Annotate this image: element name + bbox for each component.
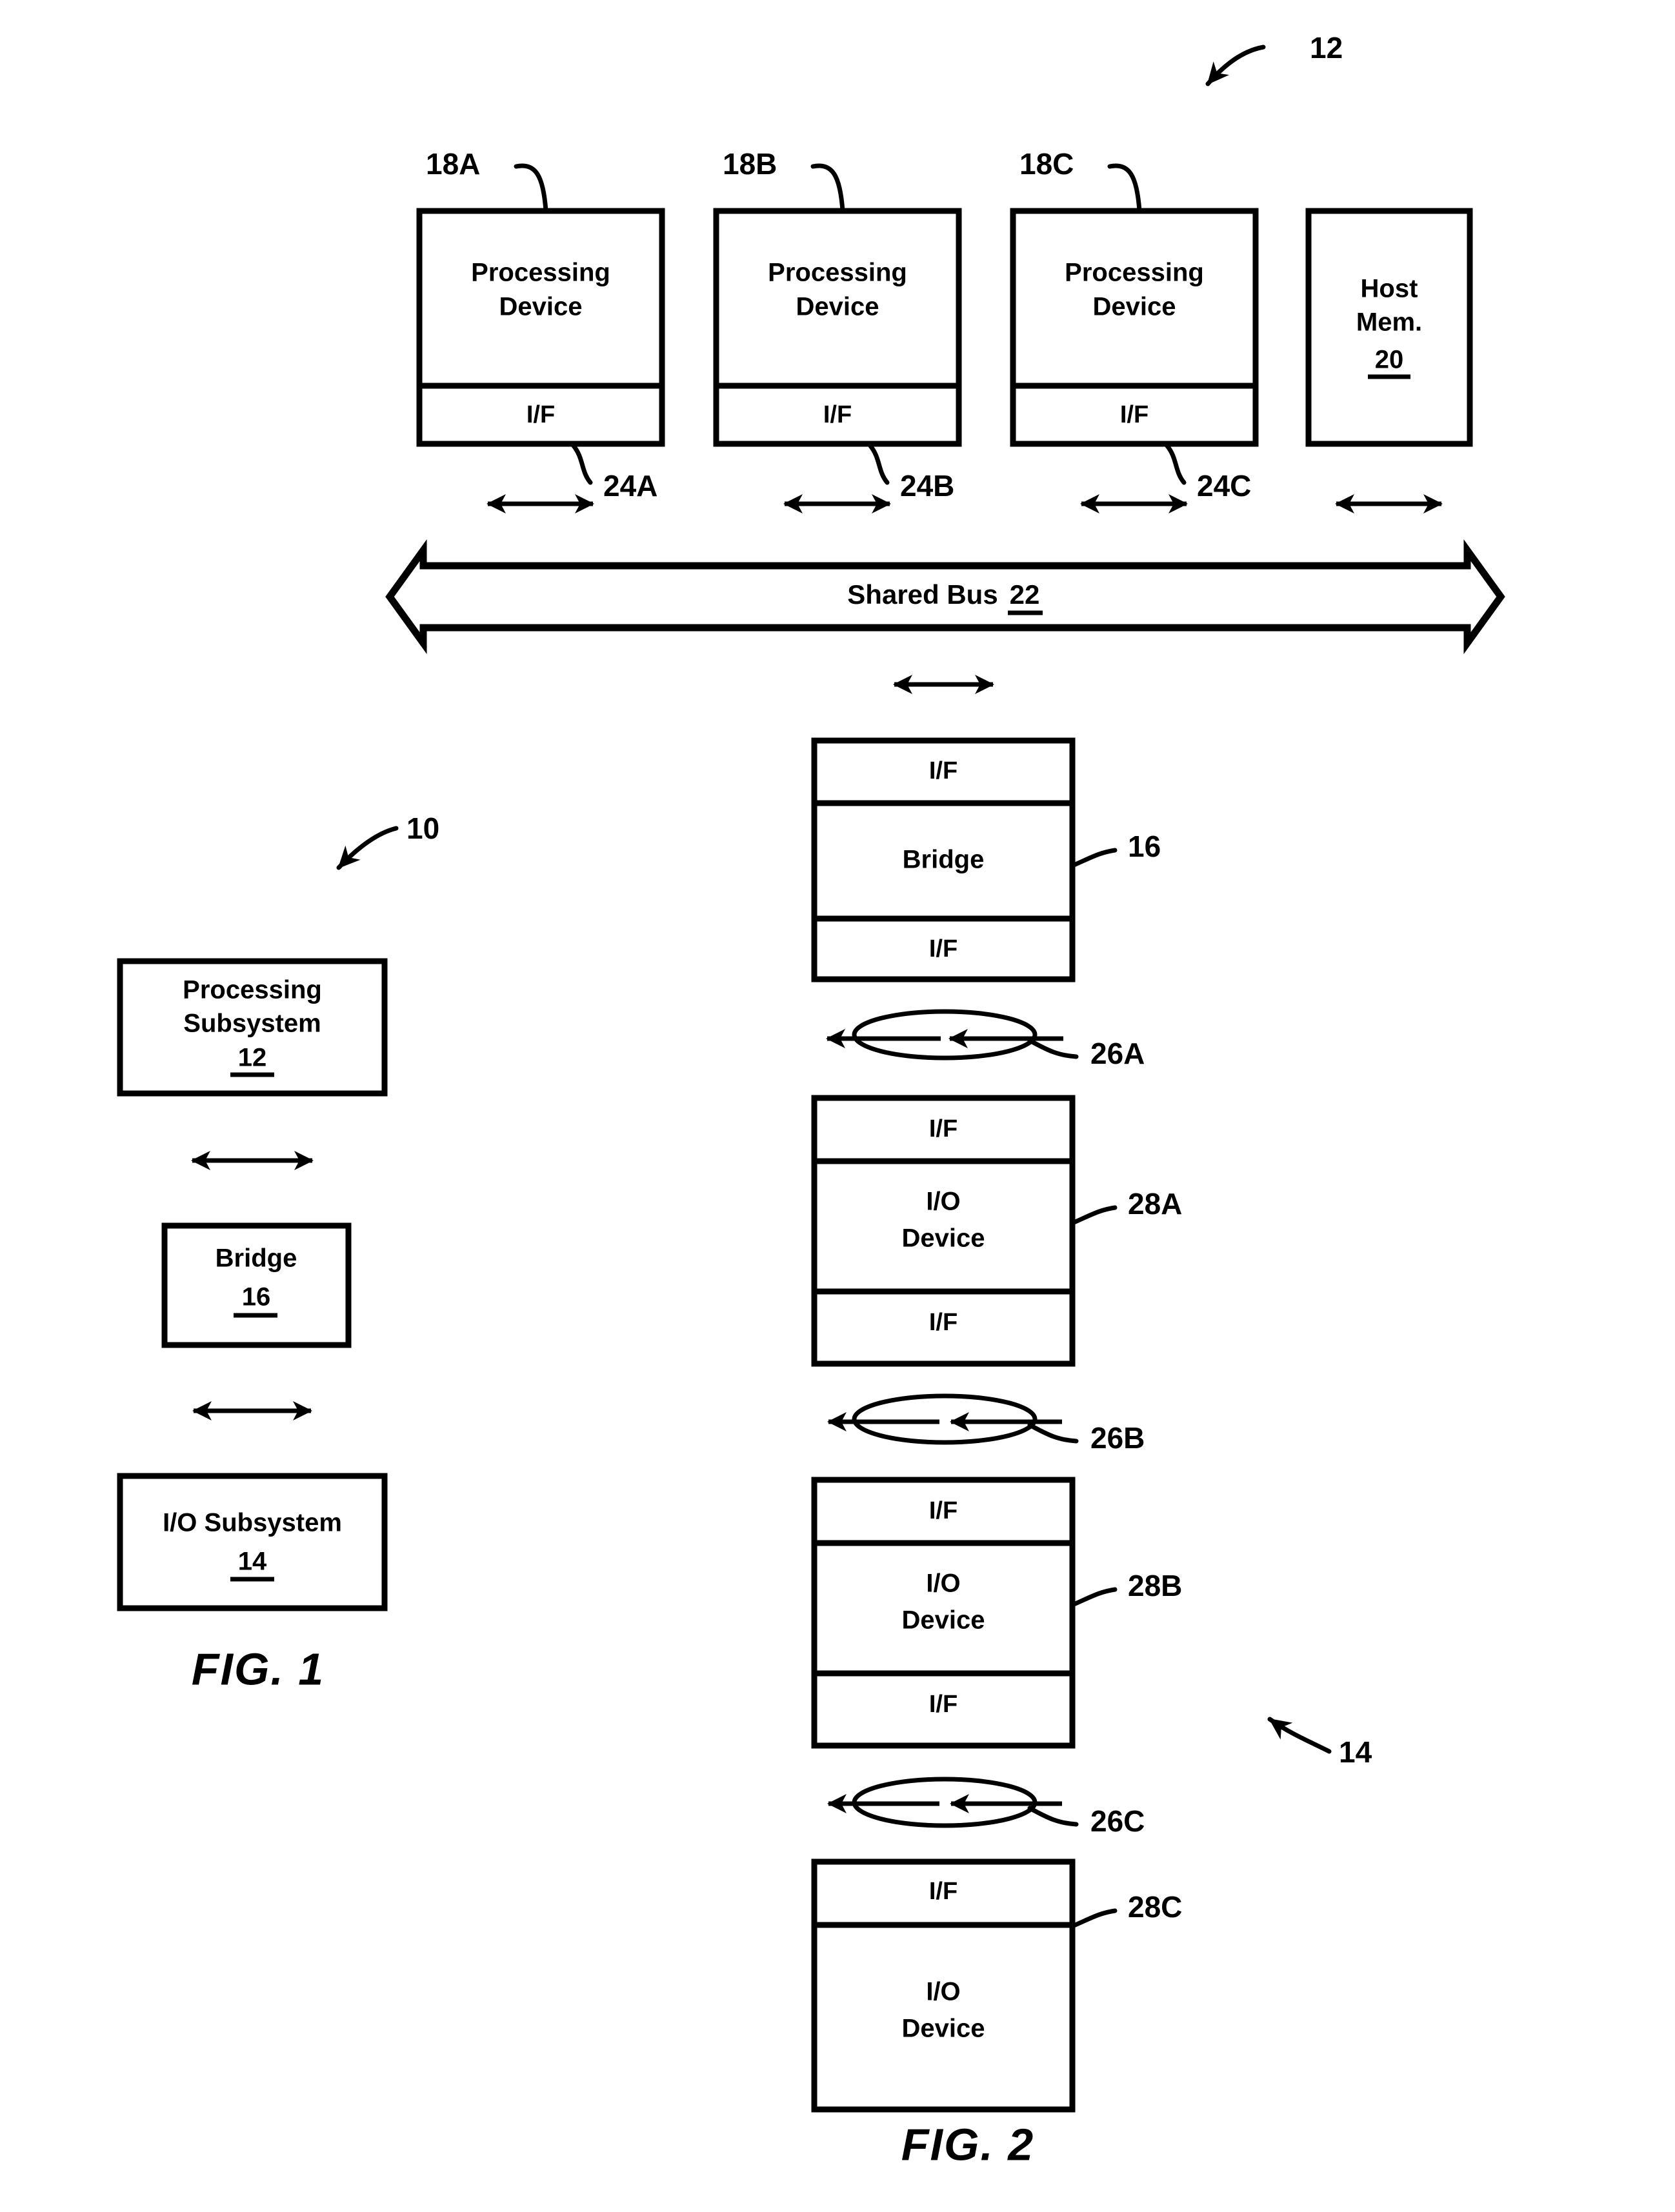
fig2-caption: FIG. 2 — [901, 2119, 1034, 2169]
shared-bus-label: Shared Bus — [847, 579, 998, 610]
ref-24C-label: 24C — [1197, 469, 1251, 503]
processing-device-18A-line1: Processing — [471, 259, 610, 287]
ref-24B-label: 24B — [900, 469, 954, 503]
io-device-28B-iface-top: I/F — [929, 1497, 958, 1524]
fig2-ref-14-leader — [1267, 1717, 1332, 1754]
processing-device-18B-line1: Processing — [768, 259, 907, 287]
fig2-ref-12-label: 12 — [1310, 31, 1343, 65]
processing-device-18A-iface: I/F — [527, 401, 555, 428]
io-device-28B[interactable]: I/F I/O Device I/F — [811, 1477, 1076, 1749]
link-26A — [826, 1009, 1079, 1061]
io-device-28C-iface-top: I/F — [929, 1878, 958, 1905]
host-memory-line2: Mem. — [1356, 308, 1422, 337]
fig1-processing-subsystem-block[interactable]: Processing Subsystem 12 — [117, 958, 388, 1097]
ref-18A-leader — [514, 163, 548, 214]
fig1-ref-10-leader — [336, 826, 399, 870]
io-device-28B-line1: I/O — [926, 1569, 960, 1598]
fig1-io-subsystem-block[interactable]: I/O Subsystem 14 — [117, 1473, 388, 1611]
fig1-processing-subsystem-ref: 12 — [238, 1044, 267, 1072]
fig2-ref-14-label: 14 — [1339, 1735, 1372, 1769]
io-device-28A[interactable]: I/F I/O Device I/F — [811, 1095, 1076, 1367]
ref-26C-label: 26C — [1090, 1804, 1145, 1838]
ref-28B-leader — [1070, 1587, 1118, 1608]
processing-device-18C[interactable]: Processing Device I/F — [1010, 208, 1259, 447]
patent-drawing-page: 12 Processing Device I/F 18A Processing … — [0, 0, 1675, 2212]
processing-device-18C-line2: Device — [1093, 293, 1176, 321]
io-device-28A-line1: I/O — [926, 1188, 960, 1216]
fig1-bridge-block[interactable]: Bridge 16 — [161, 1222, 352, 1348]
io-device-28A-iface-bottom: I/F — [929, 1309, 958, 1336]
ref-24A-leader — [570, 443, 593, 485]
processing-device-18A-line2: Device — [499, 293, 583, 321]
fig2-bridge-iface-top: I/F — [929, 757, 958, 784]
io-device-28B-iface-bottom: I/F — [929, 1691, 958, 1718]
fig1-ref-10-label: 10 — [406, 812, 439, 845]
io-device-28B-line2: Device — [902, 1606, 985, 1635]
io-device-28A-iface-top: I/F — [929, 1115, 958, 1142]
fig2-ref-16-label: 16 — [1128, 830, 1161, 863]
ref-18B-label: 18B — [723, 147, 777, 181]
link-26C — [827, 1777, 1079, 1828]
io-device-28C-line2: Device — [902, 2015, 985, 2043]
fig2-bridge-iface-bottom: I/F — [929, 935, 958, 962]
fig1-processing-subsystem-line1: Processing — [183, 976, 322, 1004]
ref-18C-label: 18C — [1019, 147, 1074, 181]
fig1-processing-subsystem-line2: Subsystem — [183, 1010, 321, 1038]
fig1-io-subsystem-ref: 14 — [238, 1548, 267, 1576]
fig2-bridge-label: Bridge — [903, 846, 985, 874]
processing-device-18B-iface: I/F — [823, 401, 852, 428]
ref-26B-label: 26B — [1090, 1421, 1145, 1455]
link-26B — [827, 1393, 1079, 1445]
fig1-bridge-ref: 16 — [242, 1283, 271, 1311]
ref-28A-leader — [1070, 1205, 1118, 1226]
io-device-28C-line1: I/O — [926, 1978, 960, 2006]
ref-18A-label: 18A — [426, 147, 480, 181]
ref-26A-label: 26A — [1090, 1037, 1145, 1070]
fig2-ref-16-leader — [1070, 848, 1118, 868]
host-memory-ref: 20 — [1375, 346, 1404, 374]
ref-18C-leader — [1107, 163, 1142, 214]
ref-28C-leader — [1070, 1908, 1118, 1929]
io-device-28C[interactable]: I/F I/O Device — [811, 1858, 1076, 2113]
fig2-bridge-block[interactable]: I/F Bridge I/F — [811, 737, 1076, 982]
processing-device-18B-line2: Device — [796, 293, 879, 321]
processing-device-18A[interactable]: Processing Device I/F — [416, 208, 665, 447]
ref-28B-label: 28B — [1128, 1569, 1182, 1602]
fig1-caption: FIG. 1 — [192, 1644, 325, 1694]
io-device-28A-line2: Device — [902, 1224, 985, 1253]
processing-device-18B[interactable]: Processing Device I/F — [713, 208, 962, 447]
drawing-canvas: 12 Processing Device I/F 18A Processing … — [117, 31, 1505, 2169]
processing-device-18C-iface: I/F — [1120, 401, 1148, 428]
ref-28C-label: 28C — [1128, 1890, 1182, 1924]
shared-bus[interactable]: Shared Bus 22 — [385, 539, 1505, 655]
ref-18B-leader — [810, 163, 845, 214]
fig1-io-subsystem-label: I/O Subsystem — [163, 1509, 342, 1537]
host-memory-block[interactable]: Host Mem. 20 — [1305, 208, 1473, 447]
shared-bus-ref: 22 — [1010, 579, 1040, 610]
ref-24B-leader — [867, 443, 890, 485]
ref-28A-label: 28A — [1128, 1187, 1182, 1221]
ref-24C-leader — [1164, 443, 1187, 485]
processing-device-18C-line1: Processing — [1065, 259, 1204, 287]
ref-24A-label: 24A — [603, 469, 657, 503]
fig1-bridge-label: Bridge — [216, 1244, 297, 1273]
host-memory-line1: Host — [1361, 275, 1418, 303]
fig2-ref-12-leader — [1205, 45, 1266, 86]
